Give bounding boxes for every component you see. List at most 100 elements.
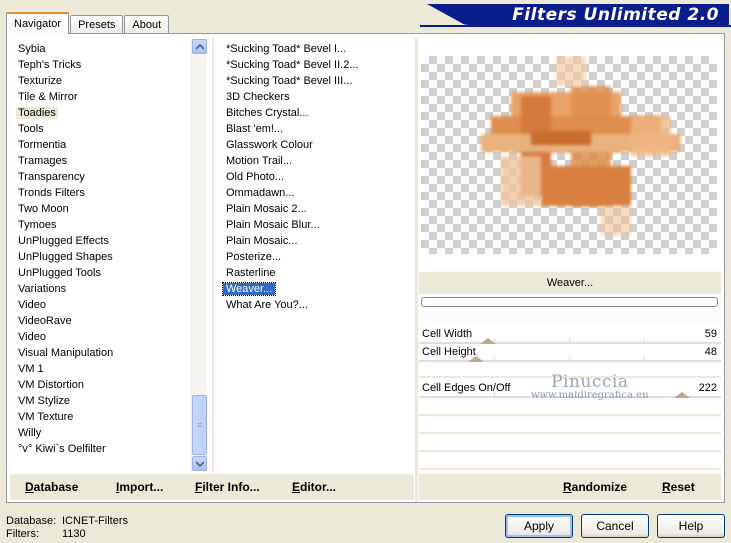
filter-label: *Sucking Toad* Bevel II.2... [226, 59, 359, 71]
category-item[interactable]: Video [10, 297, 208, 313]
filter-item[interactable]: Old Photo... [218, 169, 414, 185]
slider-thumb[interactable] [674, 392, 690, 398]
param-cell-width[interactable]: Cell Width 59 [419, 326, 721, 344]
selected-filter-title: Weaver... [419, 272, 721, 294]
category-item[interactable]: Texturize [10, 73, 208, 89]
category-label: Tormentia [18, 139, 67, 151]
scroll-thumb[interactable]: ≡ [192, 395, 207, 455]
category-label: UnPlugged Shapes [18, 251, 113, 263]
cancel-button[interactable]: Cancel [581, 514, 649, 538]
filter-list[interactable]: *Sucking Toad* Bevel I... *Sucking Toad* … [218, 38, 414, 472]
randomize-button[interactable]: Randomize [563, 480, 627, 494]
list-actions-bar: Database Import... Filter Info... Editor… [10, 474, 414, 500]
category-item[interactable]: Toadies [10, 105, 208, 121]
preview-image[interactable] [421, 56, 717, 254]
category-item[interactable]: Tools [10, 121, 208, 137]
tab-about[interactable]: About [124, 15, 170, 34]
editor-button[interactable]: Editor... [292, 480, 336, 494]
filter-label: Plain Mosaic 2... [226, 203, 307, 215]
filter-item[interactable]: Bitches Crystal... [218, 105, 414, 121]
filter-item[interactable]: Plain Mosaic 2... [218, 201, 414, 217]
filter-label: Bitches Crystal... [226, 107, 309, 119]
reset-button[interactable]: Reset [662, 480, 695, 494]
category-label: Video [18, 331, 46, 343]
scroll-up-button[interactable] [192, 39, 207, 54]
filter-info-button[interactable]: Filter Info... [195, 480, 260, 494]
filter-item[interactable]: 3D Checkers [218, 89, 414, 105]
database-button[interactable]: Database [25, 480, 78, 494]
param-value: 222 [698, 382, 717, 394]
category-label: Two Moon [18, 203, 69, 215]
category-label: VM 1 [18, 363, 44, 375]
category-item[interactable]: VM Texture [10, 409, 208, 425]
list-divider [212, 38, 214, 472]
filter-item[interactable]: Glasswork Colour [218, 137, 414, 153]
param-empty [419, 454, 721, 470]
param-actions-bar: Randomize Reset [419, 474, 721, 500]
category-item[interactable]: UnPlugged Effects [10, 233, 208, 249]
category-item[interactable]: Teph's Tricks [10, 57, 208, 73]
import-button[interactable]: Import... [116, 480, 163, 494]
filter-item[interactable]: Plain Mosaic... [218, 233, 414, 249]
category-label: Tramages [18, 155, 68, 167]
category-item[interactable]: °v° Kiwi`s Oelfilter [10, 441, 208, 457]
filter-item[interactable]: *Sucking Toad* Bevel III... [218, 73, 414, 89]
category-item[interactable]: VM Distortion [10, 377, 208, 393]
category-item[interactable]: UnPlugged Tools [10, 265, 208, 281]
category-item[interactable]: VM Stylize [10, 393, 208, 409]
category-label: VM Stylize [18, 395, 70, 407]
category-item[interactable]: Transparency [10, 169, 208, 185]
category-label: Texturize [18, 75, 63, 87]
apply-button[interactable]: Apply [505, 514, 573, 538]
category-label: Variations [18, 283, 67, 295]
watermark-name: Pinuccia [551, 372, 629, 392]
category-item[interactable]: Willy [10, 425, 208, 441]
filter-item[interactable]: *Sucking Toad* Bevel II.2... [218, 57, 414, 73]
category-item[interactable]: Tile & Mirror [10, 89, 208, 105]
filter-item[interactable]: *Sucking Toad* Bevel I... [218, 41, 414, 57]
category-item[interactable]: Video [10, 329, 208, 345]
category-item[interactable]: Two Moon [10, 201, 208, 217]
category-item[interactable]: VideoRave [10, 313, 208, 329]
selected-filter-label: Weaver... [546, 277, 594, 289]
category-label: UnPlugged Tools [18, 267, 101, 279]
tab-presets[interactable]: Presets [70, 15, 124, 34]
filter-item[interactable]: Ommadawn... [218, 185, 414, 201]
help-button[interactable]: Help [657, 514, 725, 538]
category-item[interactable]: UnPlugged Shapes [10, 249, 208, 265]
category-label: VideoRave [18, 315, 72, 327]
category-scrollbar[interactable]: ≡ [191, 39, 207, 471]
filter-label: Rasterline [226, 267, 276, 279]
category-item[interactable]: Visual Manipulation [10, 345, 208, 361]
filter-item[interactable]: Posterize... [218, 249, 414, 265]
category-item[interactable]: Tramages [10, 153, 208, 169]
filter-item[interactable]: Rasterline [218, 265, 414, 281]
param-empty [419, 418, 721, 434]
panel-divider [415, 38, 418, 502]
param-cell-height[interactable]: Cell Height 48 [419, 344, 721, 362]
database-label: Database: [6, 515, 57, 527]
category-label: Willy [18, 427, 42, 439]
category-item[interactable]: Sybia [10, 41, 208, 57]
filters-count: 1130 [62, 528, 86, 540]
filter-item[interactable]: What Are You?... [218, 297, 414, 313]
category-item[interactable]: Tymoes [10, 217, 208, 233]
filter-item[interactable]: Weaver... [218, 281, 414, 297]
filter-label: Weaver... [221, 282, 277, 296]
category-item[interactable]: Tronds Filters [10, 185, 208, 201]
tab-navigator[interactable]: Navigator [6, 12, 70, 34]
filter-label: Glasswork Colour [226, 139, 313, 151]
category-label: °v° Kiwi`s Oelfilter [18, 443, 106, 455]
category-item[interactable]: Variations [10, 281, 208, 297]
scroll-down-button[interactable] [192, 456, 207, 471]
param-value: 59 [704, 328, 717, 340]
chevron-up-icon [195, 43, 204, 50]
filter-item[interactable]: Blast 'em!... [218, 121, 414, 137]
category-list[interactable]: Sybia Teph's Tricks Texturize Tile & Mirror… [10, 38, 208, 472]
filter-label: *Sucking Toad* Bevel III... [226, 75, 353, 87]
category-item[interactable]: Tormentia [10, 137, 208, 153]
filter-item[interactable]: Motion Trail... [218, 153, 414, 169]
filter-item[interactable]: Plain Mosaic Blur... [218, 217, 414, 233]
category-item[interactable]: VM 1 [10, 361, 208, 377]
database-value: ICNET-Filters [62, 515, 128, 527]
